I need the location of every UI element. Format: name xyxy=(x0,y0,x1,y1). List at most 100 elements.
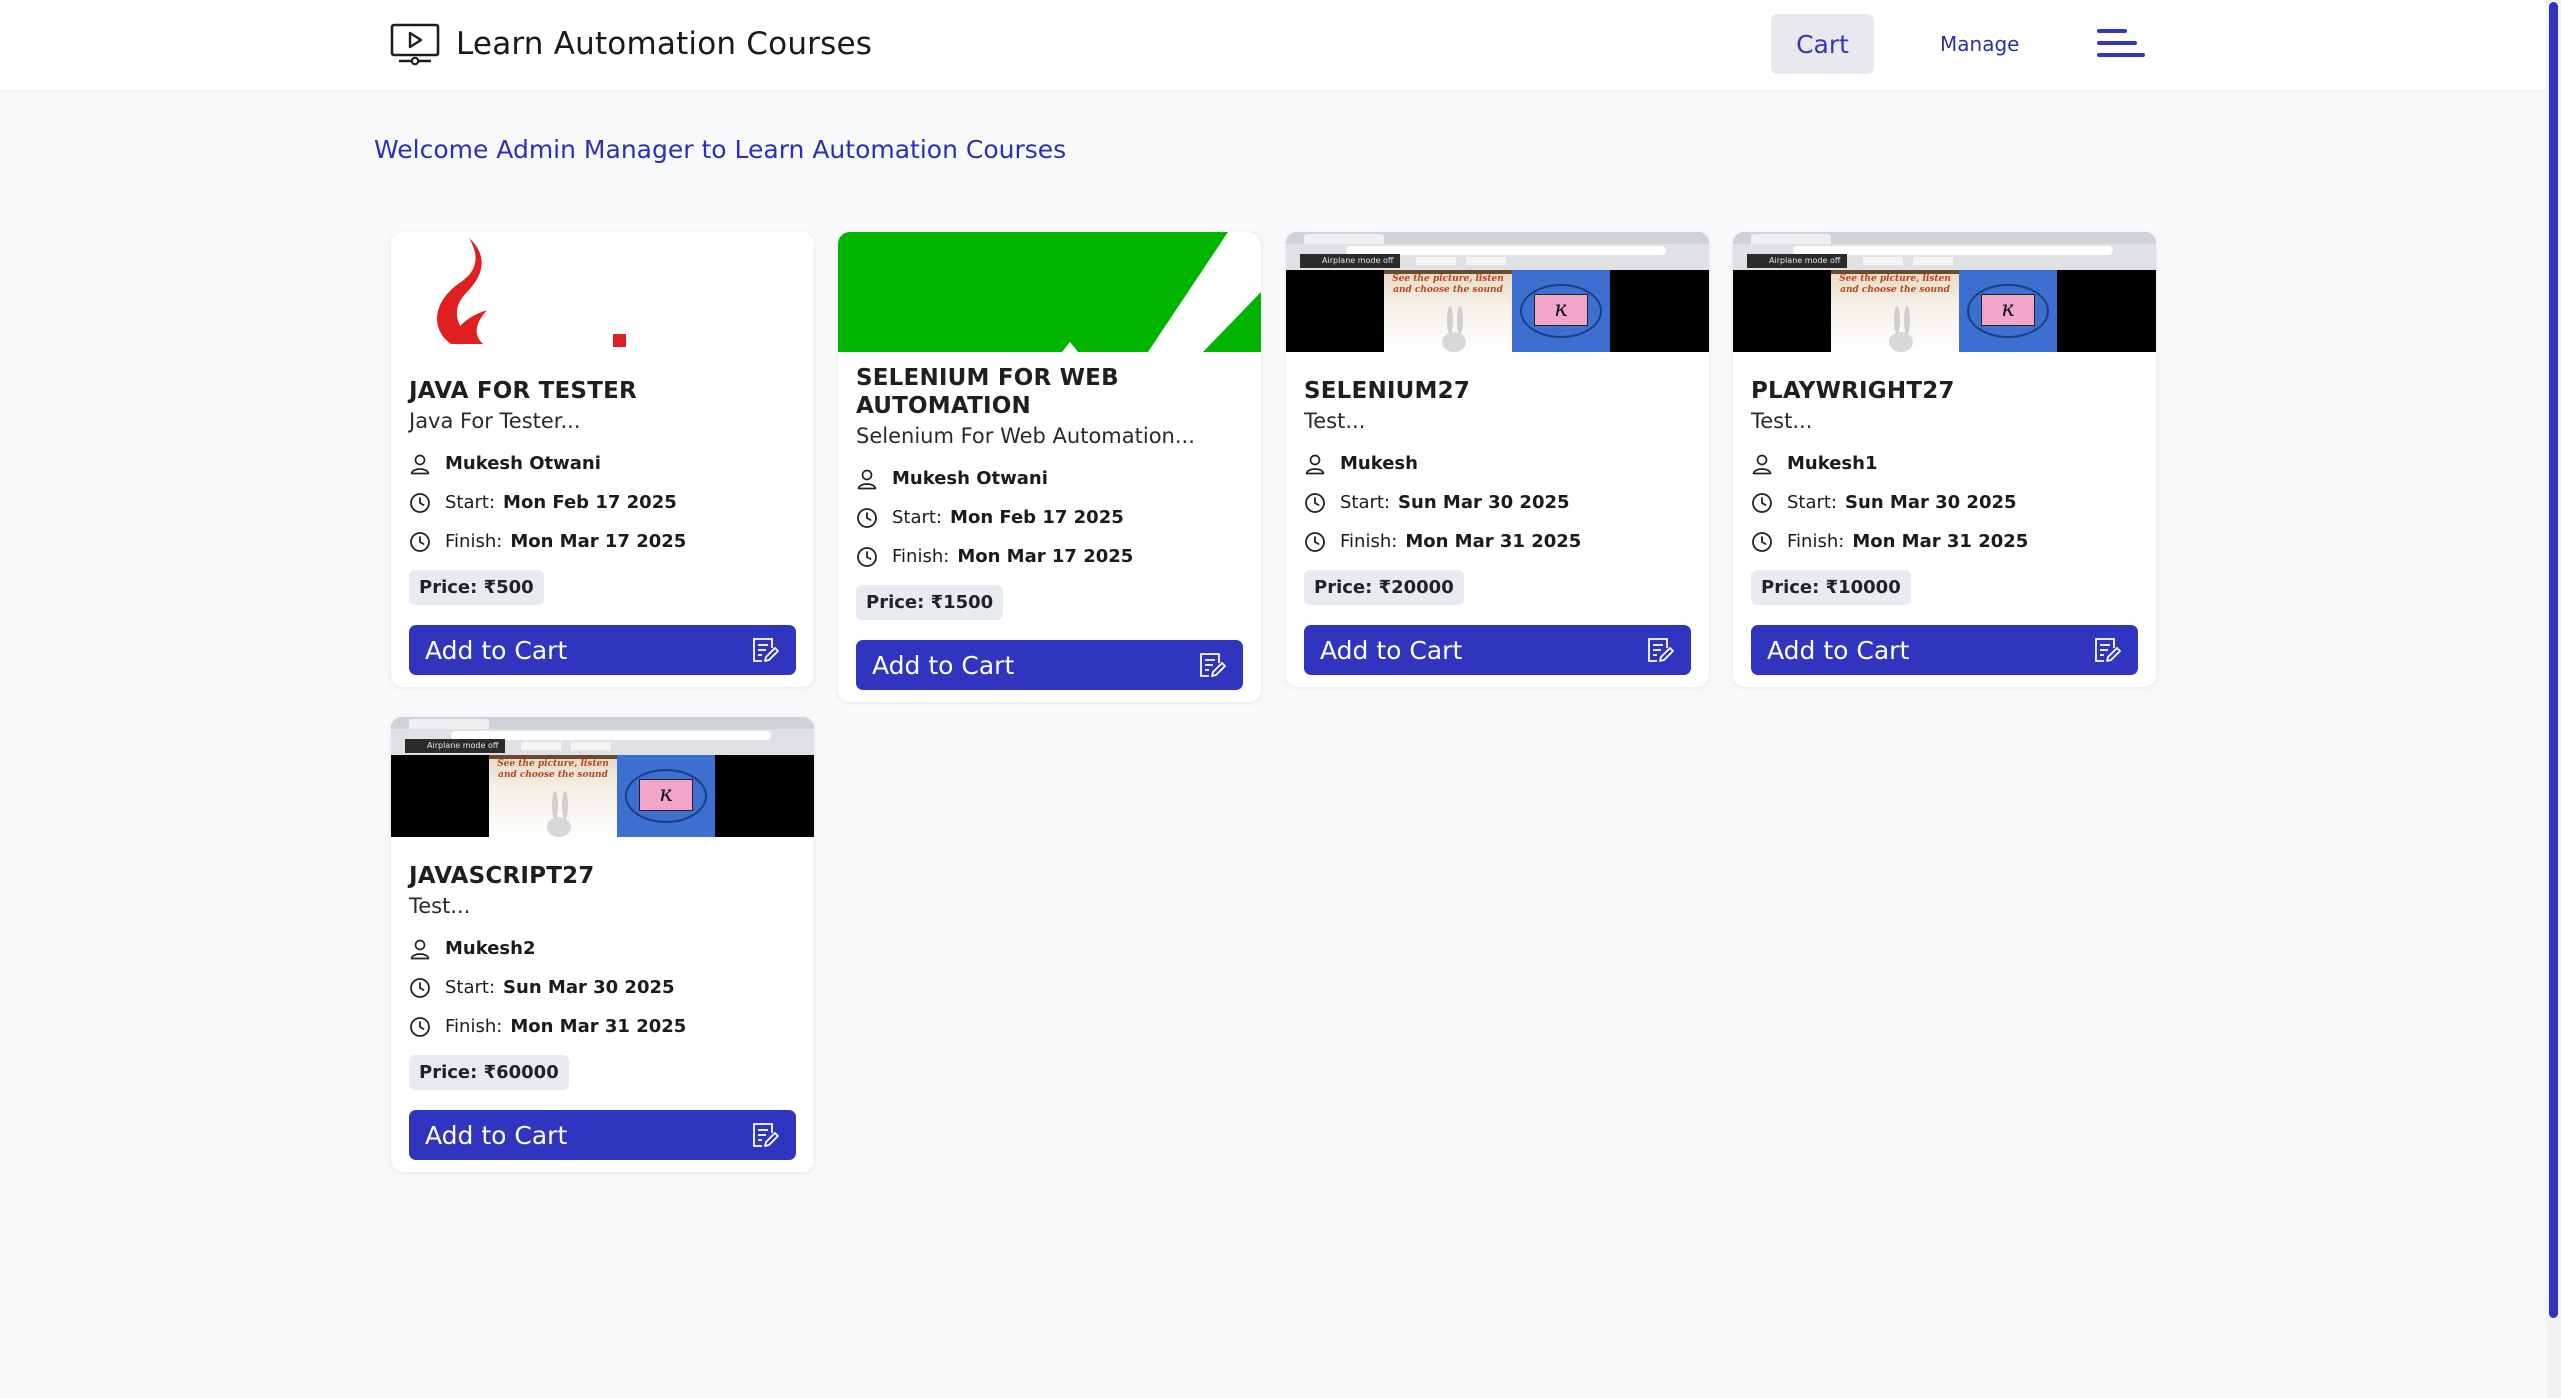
cart-button[interactable]: Cart xyxy=(1771,14,1874,74)
clock-icon xyxy=(1305,492,1325,513)
welcome-message: Welcome Admin Manager to Learn Automatio… xyxy=(374,135,1067,164)
course-instructor: Mukesh2 xyxy=(409,929,796,968)
start-date: Mon Feb 17 2025 xyxy=(503,492,677,513)
brand[interactable]: Learn Automation Courses xyxy=(390,22,872,66)
course-title: PLAYWRIGHT27 xyxy=(1751,378,1955,404)
add-to-cart-button[interactable]: Add to Cart xyxy=(1751,625,2138,675)
course-instructor: Mukesh1 xyxy=(1751,444,2138,483)
start-date: Mon Feb 17 2025 xyxy=(950,507,1124,528)
poster-image: See the picture, listen and choose the s… xyxy=(1384,270,1512,352)
edit-note-icon xyxy=(1648,638,1674,662)
manage-link[interactable]: Manage xyxy=(1940,32,2019,56)
user-icon xyxy=(410,454,430,474)
course-instructor: Mukesh xyxy=(1304,444,1691,483)
course-title: JAVASCRIPT27 xyxy=(409,863,595,889)
start-date: Sun Mar 30 2025 xyxy=(503,977,675,998)
airplane-mode-toast: Airplane mode off xyxy=(1747,254,1847,268)
course-description: Java For Tester... xyxy=(409,409,581,433)
clock-icon xyxy=(410,492,430,513)
clock-icon xyxy=(857,507,877,528)
answer-tile-image: ĸ xyxy=(1512,270,1610,352)
add-to-cart-label: Add to Cart xyxy=(872,650,1015,680)
course-finish: Finish: Mon Mar 31 2025 xyxy=(1304,522,1691,561)
browser-chrome-image: Airplane mode off xyxy=(1733,232,2156,270)
clock-icon xyxy=(1752,492,1772,513)
clock-icon xyxy=(857,546,877,567)
edit-note-icon xyxy=(2095,638,2121,662)
rabbit-icon xyxy=(1889,306,1913,352)
hamburger-menu-icon[interactable] xyxy=(2097,26,2145,60)
answer-tile-image: ĸ xyxy=(1959,270,2057,352)
poster-image: See the picture, listen and choose the s… xyxy=(1831,270,1959,352)
course-instructor: Mukesh Otwani xyxy=(856,459,1243,498)
airplane-mode-toast: Airplane mode off xyxy=(405,739,505,753)
course-start: Start: Sun Mar 30 2025 xyxy=(1751,483,2138,522)
scrollbar-thumb[interactable] xyxy=(2549,2,2558,1318)
instructor-name: Mukesh1 xyxy=(1787,453,1878,474)
finish-date: Mon Mar 17 2025 xyxy=(510,531,687,552)
course-card: Airplane mode off See the picture, liste… xyxy=(391,717,814,1172)
instructor-name: Mukesh Otwani xyxy=(892,468,1048,489)
course-thumbnail-screenshot: Airplane mode off See the picture, liste… xyxy=(1733,232,2156,352)
course-card: JAVA FOR TESTER Java For Tester... Mukes… xyxy=(391,232,814,687)
vertical-scrollbar[interactable] xyxy=(2546,0,2561,1398)
start-label: Start: xyxy=(1340,492,1391,513)
course-description: Test... xyxy=(1751,409,1813,433)
price-badge: Price: ₹1500 xyxy=(856,585,1004,620)
browser-chrome-image: Airplane mode off xyxy=(1286,232,1709,270)
start-label: Start: xyxy=(892,507,943,528)
add-to-cart-label: Add to Cart xyxy=(1320,635,1463,665)
poster-image: See the picture, listen and choose the s… xyxy=(489,755,617,837)
java-logo-icon xyxy=(437,238,626,347)
edit-note-icon xyxy=(1200,653,1226,677)
course-finish: Finish: Mon Mar 17 2025 xyxy=(409,522,796,561)
rabbit-icon xyxy=(1442,306,1466,352)
answer-glyph: ĸ xyxy=(639,779,693,811)
add-to-cart-button[interactable]: Add to Cart xyxy=(1304,625,1691,675)
user-icon xyxy=(1752,454,1772,474)
course-card: Airplane mode off See the picture, liste… xyxy=(1286,232,1709,687)
instructor-name: Mukesh Otwani xyxy=(445,453,601,474)
edit-note-icon xyxy=(753,1123,779,1147)
add-to-cart-label: Add to Cart xyxy=(1767,635,1910,665)
instructor-name: Mukesh2 xyxy=(445,938,536,959)
course-finish: Finish: Mon Mar 31 2025 xyxy=(1751,522,2138,561)
price-badge: Price: ₹60000 xyxy=(409,1055,569,1090)
answer-glyph: ĸ xyxy=(1981,294,2035,326)
clock-icon xyxy=(410,1016,430,1037)
app-title: Learn Automation Courses xyxy=(456,26,873,62)
user-icon xyxy=(857,469,877,489)
start-label: Start: xyxy=(445,977,496,998)
course-thumbnail-java xyxy=(391,232,814,352)
course-finish: Finish: Mon Mar 31 2025 xyxy=(409,1007,796,1046)
course-description: Test... xyxy=(409,894,471,918)
add-to-cart-button[interactable]: Add to Cart xyxy=(856,640,1243,690)
course-start: Start: Sun Mar 30 2025 xyxy=(409,968,796,1007)
course-title: SELENIUM FOR WEB AUTOMATION xyxy=(856,365,1119,419)
finish-date: Mon Mar 31 2025 xyxy=(1852,531,2029,552)
selenium-logo-icon xyxy=(1062,232,1261,352)
course-thumbnail-screenshot: Airplane mode off See the picture, liste… xyxy=(391,717,814,837)
finish-date: Mon Mar 31 2025 xyxy=(1405,531,1582,552)
course-start: Start: Mon Feb 17 2025 xyxy=(409,483,796,522)
course-thumbnail-screenshot: Airplane mode off See the picture, liste… xyxy=(1286,232,1709,352)
course-description: Test... xyxy=(1304,409,1366,433)
course-card: SELENIUM FOR WEB AUTOMATION Selenium For… xyxy=(838,232,1261,702)
start-date: Sun Mar 30 2025 xyxy=(1398,492,1570,513)
finish-date: Mon Mar 31 2025 xyxy=(510,1016,687,1037)
course-description: Selenium For Web Automation... xyxy=(856,424,1195,448)
clock-icon xyxy=(410,977,430,998)
clock-icon xyxy=(1305,531,1325,552)
course-finish: Finish: Mon Mar 17 2025 xyxy=(856,537,1243,576)
finish-label: Finish: xyxy=(1340,531,1398,552)
start-label: Start: xyxy=(1787,492,1838,513)
add-to-cart-button[interactable]: Add to Cart xyxy=(409,625,796,675)
start-label: Start: xyxy=(445,492,496,513)
course-instructor: Mukesh Otwani xyxy=(409,444,796,483)
clock-icon xyxy=(410,531,430,552)
user-icon xyxy=(410,939,430,959)
course-start: Start: Sun Mar 30 2025 xyxy=(1304,483,1691,522)
user-icon xyxy=(1305,454,1325,474)
add-to-cart-button[interactable]: Add to Cart xyxy=(409,1110,796,1160)
course-card: Airplane mode off See the picture, liste… xyxy=(1733,232,2156,687)
